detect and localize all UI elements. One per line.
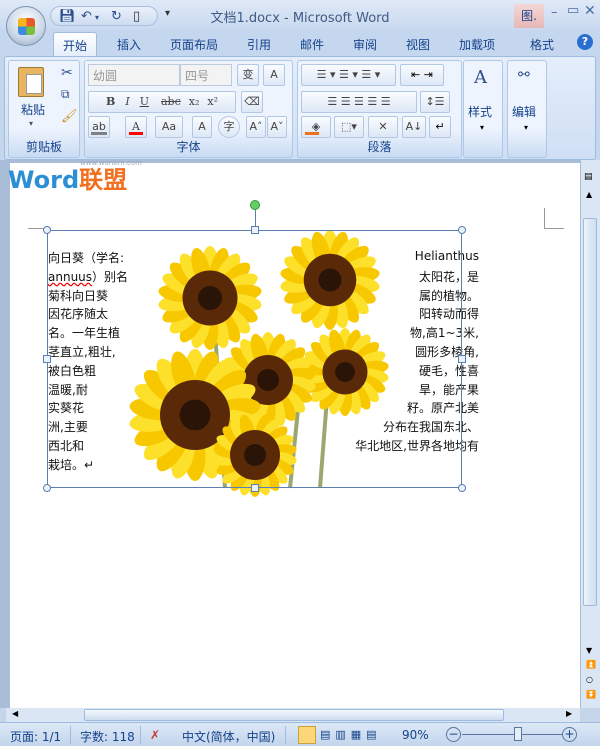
zoom-level[interactable]: 90% bbox=[402, 728, 429, 742]
scroll-up-icon[interactable]: ▲ bbox=[586, 190, 592, 199]
resize-handle[interactable] bbox=[43, 484, 51, 492]
resize-handle[interactable] bbox=[43, 355, 51, 363]
watermark-logo: Word联盟 bbox=[8, 166, 128, 194]
resize-handle[interactable] bbox=[458, 484, 466, 492]
horizontal-scrollbar[interactable]: ◀ ▶ bbox=[6, 708, 580, 722]
zoom-out-button[interactable]: − bbox=[446, 727, 461, 742]
scroll-right-icon[interactable]: ▶ bbox=[566, 709, 572, 718]
scroll-left-icon[interactable]: ◀ bbox=[12, 709, 18, 718]
resize-handle[interactable] bbox=[251, 226, 259, 234]
rotate-handle[interactable] bbox=[250, 200, 260, 210]
ruler-toggle-icon[interactable]: ▤ bbox=[584, 172, 593, 182]
select-browse-object-icon[interactable]: ○ bbox=[586, 675, 593, 684]
previous-page-icon[interactable]: ⏫ bbox=[586, 660, 596, 669]
language[interactable]: 中文(简体，中国) bbox=[182, 728, 275, 745]
word-count[interactable]: 字数: 118 bbox=[80, 728, 135, 745]
proofing-icon[interactable]: ✗ bbox=[150, 728, 160, 742]
resize-handle[interactable] bbox=[458, 226, 466, 234]
vertical-scroll-thumb[interactable] bbox=[583, 218, 597, 606]
print-layout-view-button[interactable] bbox=[298, 726, 316, 744]
horizontal-scroll-thumb[interactable] bbox=[84, 709, 504, 721]
view-buttons[interactable]: ▤▥▦▤ bbox=[320, 728, 382, 741]
status-bar: 页面: 1/1 字数: 118 ✗ 中文(简体，中国) ▤▥▦▤ 90% − + bbox=[0, 722, 600, 746]
next-page-icon[interactable]: ⏬ bbox=[586, 690, 596, 699]
picture-selection-frame[interactable] bbox=[47, 230, 462, 488]
resize-handle[interactable] bbox=[43, 226, 51, 234]
scroll-down-icon[interactable]: ▼ bbox=[586, 646, 592, 655]
vertical-scrollbar[interactable]: ▤ ▲ ▼ ⏫ ○ ⏬ bbox=[580, 160, 600, 708]
office-logo-icon bbox=[18, 18, 35, 35]
zoom-slider[interactable] bbox=[462, 734, 562, 735]
resize-handle[interactable] bbox=[251, 484, 259, 492]
office-button[interactable] bbox=[6, 6, 46, 46]
page-count[interactable]: 页面: 1/1 bbox=[10, 728, 61, 745]
resize-handle[interactable] bbox=[458, 355, 466, 363]
zoom-slider-thumb[interactable] bbox=[514, 727, 523, 741]
zoom-in-button[interactable]: + bbox=[562, 727, 577, 742]
